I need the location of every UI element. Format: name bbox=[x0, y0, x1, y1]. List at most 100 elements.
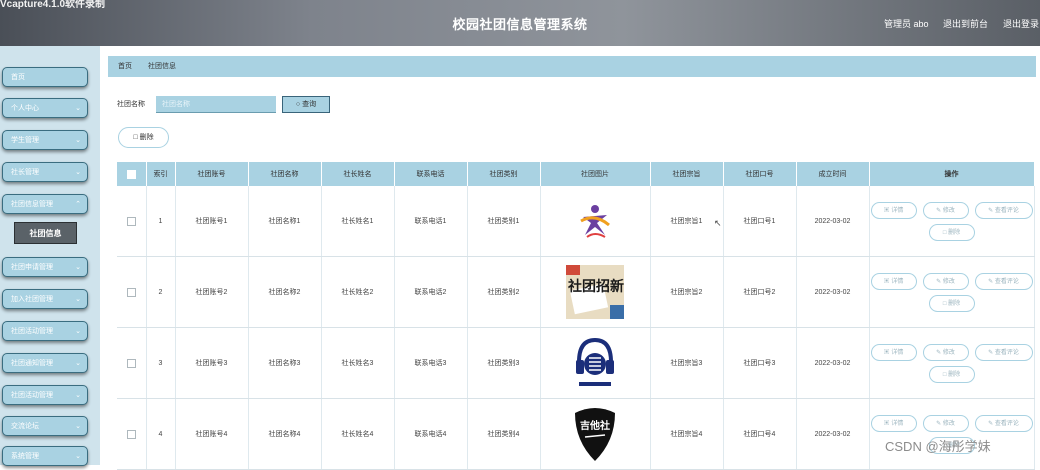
club-dance-logo-image[interactable] bbox=[575, 201, 615, 241]
guitar-logo-text: 吉他社 bbox=[580, 419, 610, 432]
view-comments-button[interactable]: ✎ 查看评论 bbox=[974, 272, 1033, 290]
select-all-cell[interactable] bbox=[117, 162, 147, 186]
cell-account: 社团账号3 bbox=[175, 327, 249, 399]
row-checkbox[interactable] bbox=[126, 358, 136, 368]
edit-label: 修改 bbox=[942, 207, 955, 214]
column-header: 社团账号 bbox=[175, 162, 249, 186]
detail-button[interactable]: ▣ 详情 bbox=[870, 414, 917, 432]
sidebar-item-leaders[interactable]: 社长管理 ⌄ bbox=[2, 162, 88, 182]
edit-button[interactable]: ✎ 修改 bbox=[922, 201, 969, 219]
view-comments-label: 查看评论 bbox=[994, 349, 1019, 356]
row-checkbox[interactable] bbox=[126, 216, 136, 226]
club-music-logo-image[interactable] bbox=[573, 334, 617, 392]
edit-icon: ✎ bbox=[936, 207, 942, 214]
back-to-frontend-link[interactable]: 退出到前台 bbox=[943, 17, 988, 30]
sidebar-item-label: 首页 bbox=[11, 74, 25, 81]
sidebar-item-join-club[interactable]: 加入社团管理 ⌄ bbox=[2, 289, 88, 309]
logout-link[interactable]: 退出登录 bbox=[1003, 17, 1039, 30]
delete-button[interactable]: □ 删除 bbox=[928, 365, 975, 383]
row-select-cell[interactable] bbox=[117, 398, 147, 470]
club-guitar-logo-image[interactable]: 吉他社 bbox=[573, 405, 617, 463]
edit-icon: ✎ bbox=[936, 278, 942, 285]
view-comments-button[interactable]: ✎ 查看评论 bbox=[974, 414, 1033, 432]
sidebar-item-club-activity-2[interactable]: 社团活动管理 ⌄ bbox=[2, 385, 88, 405]
table-row: 2 社团账号2 社团名称2 社长姓名2 联系电话2 社团类别2 社团招新 社团宗… bbox=[117, 256, 1035, 328]
delete-button[interactable]: □ 删除 bbox=[928, 294, 975, 312]
cell-actions: ▣ 详情 ✎ 修改 ✎ 查看评论 □ 删除 bbox=[869, 398, 1035, 470]
detail-label: 详情 bbox=[891, 207, 904, 214]
sidebar-item-club-apply[interactable]: 社团申请管理 ⌄ bbox=[2, 257, 88, 277]
detail-button[interactable]: ▣ 详情 bbox=[870, 272, 917, 290]
sidebar-item-profile[interactable]: 个人中心 ⌄ bbox=[2, 98, 88, 118]
cell-date: 2022-03-02 bbox=[796, 398, 870, 470]
select-all-checkbox[interactable] bbox=[126, 169, 136, 179]
detail-button[interactable]: ▣ 详情 bbox=[870, 201, 917, 219]
cell-slogan: 社团口号2 bbox=[723, 256, 797, 328]
cell-leader: 社长姓名2 bbox=[321, 256, 395, 328]
cell-date: 2022-03-02 bbox=[796, 186, 870, 257]
cell-actions: ▣ 详情 ✎ 修改 ✎ 查看评论 □ 删除 bbox=[869, 256, 1035, 328]
row-select-cell[interactable] bbox=[117, 186, 147, 257]
cell-purpose: 社团宗旨2 bbox=[650, 256, 724, 328]
breadcrumb-current: 社团信息 bbox=[148, 63, 176, 70]
column-header: 社团类别 bbox=[467, 162, 541, 186]
sidebar-item-club-info[interactable]: 社团信息管理 ⌃ bbox=[2, 194, 88, 214]
detail-label: 详情 bbox=[891, 420, 904, 427]
search-button-label: 查询 bbox=[302, 101, 317, 108]
cell-date: 2022-03-02 bbox=[796, 256, 870, 328]
chevron-down-icon: ⌄ bbox=[75, 392, 81, 399]
view-comments-button[interactable]: ✎ 查看评论 bbox=[974, 201, 1033, 219]
edit-button[interactable]: ✎ 修改 bbox=[922, 414, 969, 432]
row-checkbox[interactable] bbox=[126, 429, 136, 439]
cell-purpose: 社团宗旨1 bbox=[650, 186, 724, 257]
cell-category: 社团类别2 bbox=[467, 256, 541, 328]
cell-image: 社团招新 bbox=[540, 256, 651, 328]
sidebar-item-forum[interactable]: 交流论坛 ⌄ bbox=[2, 416, 88, 436]
delete-label: 删除 bbox=[948, 300, 961, 307]
delete-label: 删除 bbox=[948, 371, 961, 378]
comment-icon: ✎ bbox=[988, 349, 994, 356]
cell-leader: 社长姓名4 bbox=[321, 398, 395, 470]
cell-date: 2022-03-02 bbox=[796, 327, 870, 399]
sidebar-item-home[interactable]: 首页 bbox=[2, 67, 88, 87]
sidebar-item-club-notice[interactable]: 社团通知管理 ⌄ bbox=[2, 353, 88, 373]
sidebar-item-system[interactable]: 系统管理 ⌄ bbox=[2, 446, 88, 466]
chevron-down-icon: ⌄ bbox=[75, 453, 81, 460]
view-comments-label: 查看评论 bbox=[994, 207, 1019, 214]
breadcrumb-home[interactable]: 首页 bbox=[118, 56, 132, 77]
chevron-down-icon: ⌄ bbox=[75, 296, 81, 303]
cell-actions: ▣ 详情 ✎ 修改 ✎ 查看评论 □ 删除 bbox=[869, 327, 1035, 399]
cell-account: 社团账号1 bbox=[175, 186, 249, 257]
cell-name: 社团名称4 bbox=[248, 398, 322, 470]
club-recruit-poster-image[interactable]: 社团招新 bbox=[566, 265, 624, 319]
row-select-cell[interactable] bbox=[117, 256, 147, 328]
breadcrumb: 首页 社团信息 bbox=[108, 56, 1036, 77]
view-comments-label: 查看评论 bbox=[994, 278, 1019, 285]
sidebar-subitem-club-info[interactable]: 社团信息 bbox=[14, 222, 77, 244]
row-select-cell[interactable] bbox=[117, 327, 147, 399]
cell-category: 社团类别3 bbox=[467, 327, 541, 399]
detail-label: 详情 bbox=[891, 278, 904, 285]
search-input[interactable] bbox=[156, 96, 276, 113]
cell-phone: 联系电话3 bbox=[394, 327, 468, 399]
sidebar-item-students[interactable]: 学生管理 ⌄ bbox=[2, 130, 88, 150]
batch-delete-button[interactable]: □ 删除 bbox=[118, 127, 169, 148]
cell-index: 4 bbox=[146, 398, 176, 470]
edit-button[interactable]: ✎ 修改 bbox=[922, 272, 969, 290]
search-button[interactable]: ○ 查询 bbox=[282, 96, 330, 113]
cell-image bbox=[540, 186, 651, 257]
edit-icon: ✎ bbox=[936, 349, 942, 356]
view-comments-button[interactable]: ✎ 查看评论 bbox=[974, 343, 1033, 361]
column-header: 社团口号 bbox=[723, 162, 797, 186]
row-checkbox[interactable] bbox=[126, 287, 136, 297]
detail-button[interactable]: ▣ 详情 bbox=[870, 343, 917, 361]
cell-leader: 社长姓名3 bbox=[321, 327, 395, 399]
trash-icon: □ bbox=[942, 229, 947, 236]
delete-button[interactable]: □ 删除 bbox=[928, 223, 975, 241]
sidebar-item-club-activity[interactable]: 社团活动管理 ⌄ bbox=[2, 321, 88, 341]
detail-label: 详情 bbox=[891, 349, 904, 356]
search-label: 社团名称 bbox=[117, 101, 145, 108]
edit-button[interactable]: ✎ 修改 bbox=[922, 343, 969, 361]
chevron-up-icon: ⌃ bbox=[75, 201, 81, 208]
cell-name: 社团名称3 bbox=[248, 327, 322, 399]
